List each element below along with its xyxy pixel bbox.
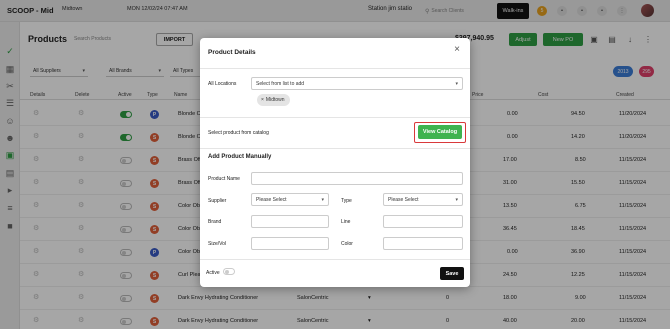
color-input[interactable] <box>383 237 463 250</box>
location-chip-label: Midtown <box>265 97 285 103</box>
divider <box>200 117 470 118</box>
size-input[interactable] <box>251 237 329 250</box>
locations-placeholder: Select from list to add <box>256 80 305 87</box>
type-label: Type <box>341 198 352 204</box>
size-label: Size/Vol <box>208 241 227 247</box>
add-manually-title: Add Product Manually <box>208 154 272 160</box>
chevron-down-icon: ▾ <box>455 80 458 87</box>
line-input[interactable] <box>383 215 463 228</box>
type-select[interactable]: Please Select ▾ <box>383 193 463 206</box>
divider <box>200 148 470 149</box>
modal-title: Product Details <box>208 49 256 56</box>
active-label: Active <box>206 270 220 276</box>
supplier-label: Supplier <box>208 198 227 204</box>
catalog-prompt: Select product from catalog <box>208 130 269 136</box>
brand-label: Brand <box>208 219 222 225</box>
remove-chip-icon[interactable]: × <box>261 97 264 103</box>
locations-select[interactable]: Select from list to add ▾ <box>251 77 463 90</box>
line-label: Line <box>341 219 351 225</box>
all-locations-label: All Locations <box>208 81 237 87</box>
type-select-value: Please Select <box>388 196 419 203</box>
view-catalog-button[interactable]: View Catalog <box>418 125 462 139</box>
supplier-select[interactable]: Please Select ▾ <box>251 193 329 206</box>
chevron-down-icon: ▾ <box>455 196 458 203</box>
product-name-input[interactable] <box>251 172 463 185</box>
brand-input[interactable] <box>251 215 329 228</box>
save-button[interactable]: Save <box>440 267 464 280</box>
location-chip[interactable]: × Midtown <box>257 94 290 106</box>
color-label: Color <box>341 241 353 247</box>
divider <box>200 68 470 69</box>
close-icon[interactable]: × <box>452 45 462 55</box>
product-name-label: Product Name <box>208 176 240 182</box>
supplier-select-value: Please Select <box>256 196 287 203</box>
divider <box>200 259 470 260</box>
product-details-modal: Product Details × All Locations Select f… <box>200 38 470 287</box>
chevron-down-icon: ▾ <box>321 196 324 203</box>
active-toggle[interactable] <box>223 268 235 275</box>
